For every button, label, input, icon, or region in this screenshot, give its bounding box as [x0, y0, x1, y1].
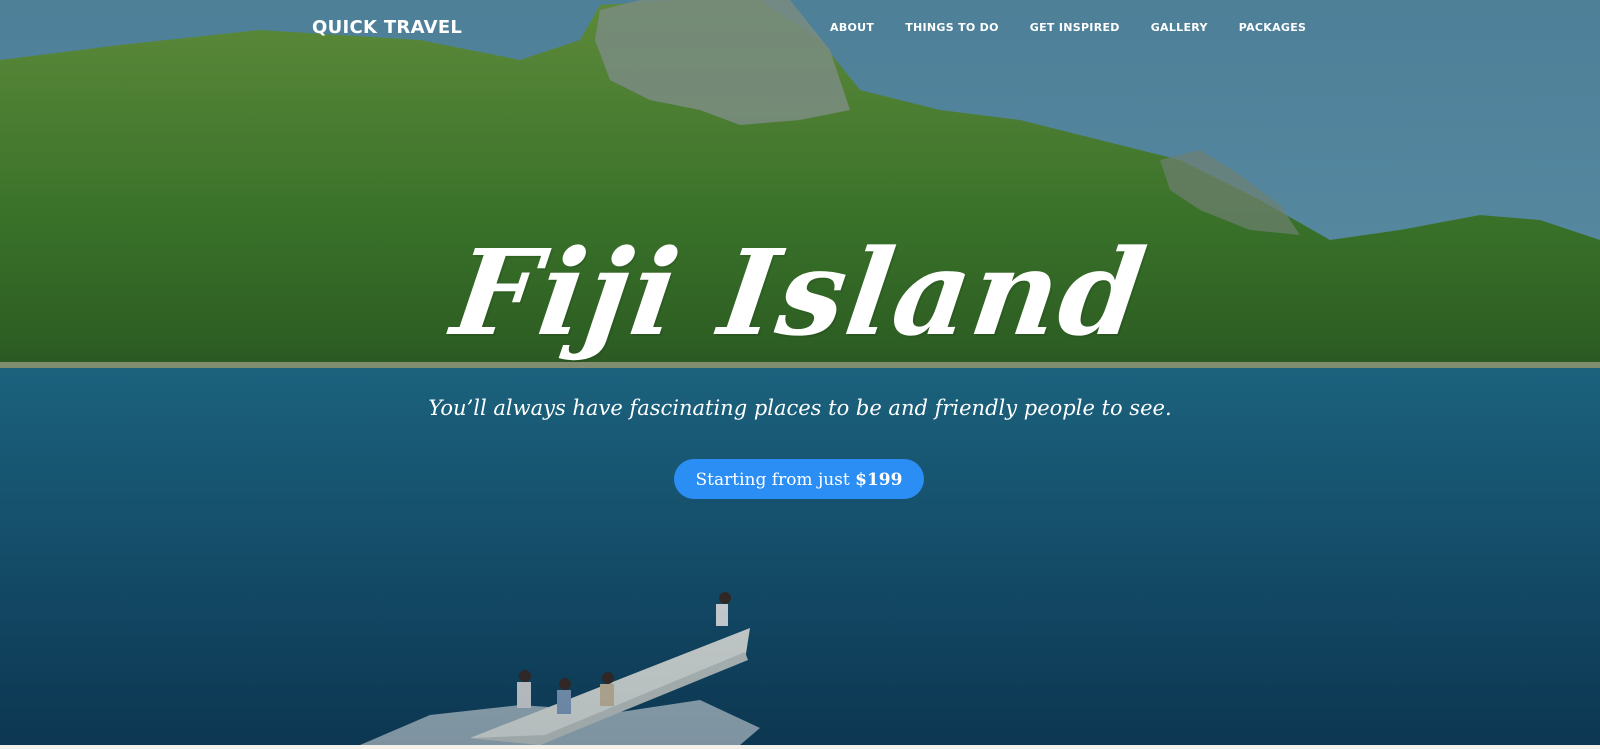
- pricing-cta-button[interactable]: Starting from just $199: [674, 459, 924, 499]
- nav-links: ABOUT THINGS TO DO GET INSPIRED GALLERY …: [830, 21, 1337, 34]
- cta-price: $199: [855, 470, 903, 490]
- nav-link-gallery[interactable]: GALLERY: [1151, 21, 1208, 34]
- hero-overlay: [0, 0, 1600, 745]
- hero-section: QUICK TRAVEL ABOUT THINGS TO DO GET INSP…: [0, 0, 1600, 745]
- nav-link-things-to-do[interactable]: THINGS TO DO: [905, 21, 999, 34]
- brand-logo[interactable]: QUICK TRAVEL: [312, 17, 462, 38]
- hero-title: Fiji Island: [445, 223, 1156, 362]
- hero-subtitle: You’ll always have fascinating places to…: [428, 396, 1172, 420]
- nav-link-get-inspired[interactable]: GET INSPIRED: [1030, 21, 1120, 34]
- nav-link-packages[interactable]: PACKAGES: [1239, 21, 1307, 34]
- next-section-edge: [0, 745, 1600, 749]
- cta-label: Starting from just: [695, 470, 856, 490]
- nav-link-about[interactable]: ABOUT: [830, 21, 874, 34]
- top-navbar: QUICK TRAVEL ABOUT THINGS TO DO GET INSP…: [0, 0, 1600, 58]
